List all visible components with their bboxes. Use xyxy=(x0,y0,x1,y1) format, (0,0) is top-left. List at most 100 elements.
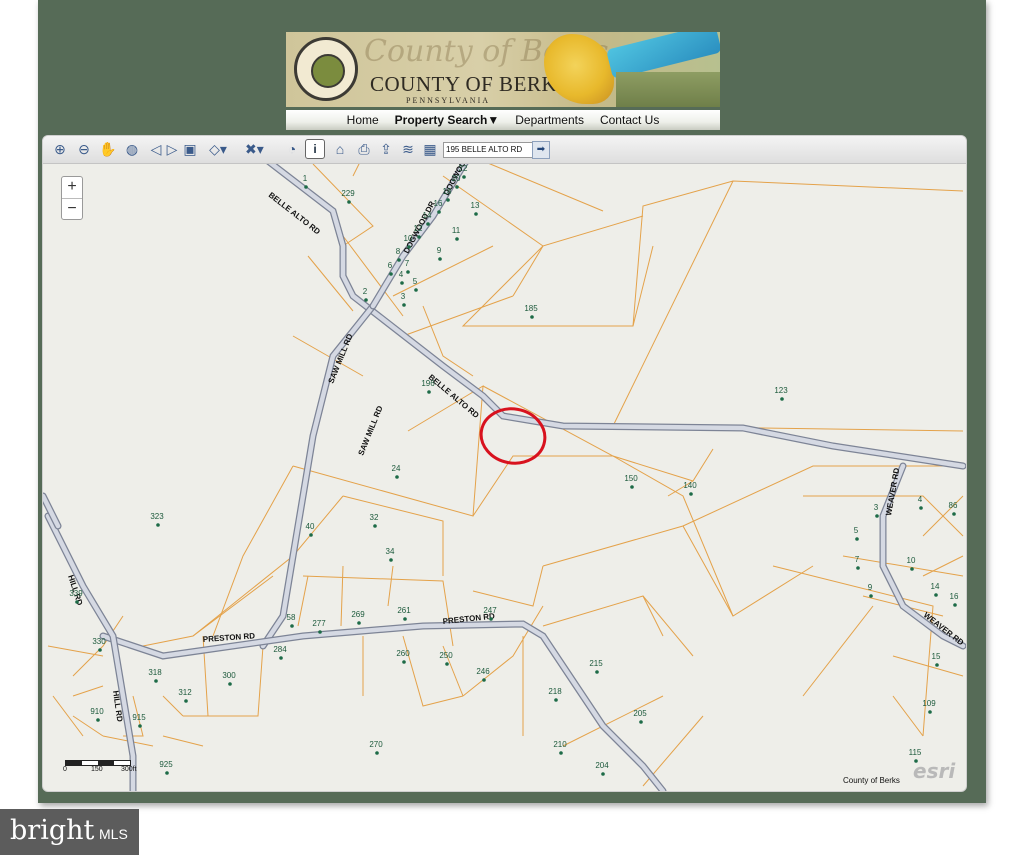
parcel-dot xyxy=(856,566,860,570)
parcel-number: 12 xyxy=(414,224,423,233)
parcel-dot xyxy=(445,662,449,666)
parcel-number: 204 xyxy=(595,761,609,770)
parcel-dot xyxy=(395,475,399,479)
parcel-number: 34 xyxy=(386,547,395,556)
parcel-dot xyxy=(446,198,450,202)
parcel-dot xyxy=(138,724,142,728)
parcel-number: 150 xyxy=(624,474,638,483)
parcel-dot xyxy=(402,660,406,664)
search-go-button[interactable]: ➡ xyxy=(532,141,550,159)
parcel-dot xyxy=(639,720,643,724)
map-zoom-out-button[interactable]: − xyxy=(62,199,82,220)
parcel-dot xyxy=(364,298,368,302)
parcel-dot xyxy=(934,593,938,597)
parcel-dot xyxy=(630,485,634,489)
pan-hand-icon[interactable]: ✋ xyxy=(99,140,117,158)
parcel-dot xyxy=(389,272,393,276)
parcel-dot xyxy=(373,524,377,528)
parcel-boundary xyxy=(772,565,934,737)
parcel-number: 32 xyxy=(370,513,379,522)
parcel-number: 261 xyxy=(397,606,411,615)
parcel-number: 10 xyxy=(404,234,413,243)
nav-departments[interactable]: Departments xyxy=(515,113,584,127)
parcel-boundary xyxy=(842,555,964,577)
parcel-boundary xyxy=(482,160,604,212)
parcel-dot xyxy=(855,537,859,541)
parcel-number: 246 xyxy=(476,667,490,676)
parcel-number: 22 xyxy=(459,164,468,173)
parcel-number: 323 xyxy=(150,512,164,521)
parcel-boundary xyxy=(183,645,264,717)
parcel-dot xyxy=(397,258,401,262)
parcel-dot xyxy=(427,390,431,394)
parcel-dot xyxy=(279,656,283,660)
scale-label-150: 150 xyxy=(91,766,103,773)
property-highlight-marker xyxy=(479,407,547,465)
parcel-dot xyxy=(184,699,188,703)
forward-arrow-icon[interactable]: ▷ xyxy=(163,140,181,158)
map-zoom-in-button[interactable]: + xyxy=(62,177,82,199)
parcel-number: 1 xyxy=(303,174,308,183)
road-casing xyxy=(99,620,667,791)
parcel-dot xyxy=(165,771,169,775)
logo-brand: bright xyxy=(10,815,95,846)
zoom-out-icon[interactable]: ⊖ xyxy=(75,140,93,158)
parcel-number: 5 xyxy=(854,526,859,535)
overview-icon[interactable]: ▦ xyxy=(421,140,439,158)
nav-property-search[interactable]: Property Search▼ xyxy=(395,113,500,127)
parcel-number: 16 xyxy=(434,199,443,208)
parcel-boundary xyxy=(402,295,514,337)
parcel-number: 205 xyxy=(633,709,647,718)
full-extent-icon[interactable]: ▣ xyxy=(181,140,199,158)
banner-state: PENNSYLVANIA xyxy=(406,96,491,105)
road-label: SAW MILL RD xyxy=(357,404,385,456)
address-search-input[interactable] xyxy=(443,142,533,158)
parcel-dot xyxy=(309,533,313,537)
map-canvas[interactable]: BELLE ALTO RDBELLE ALTO RDSAW MILL RDSAW… xyxy=(43,136,966,791)
clear-select-icon[interactable]: ✖▾ xyxy=(245,140,264,158)
scale-label-0: 0 xyxy=(63,766,67,773)
parcel-dot xyxy=(935,663,939,667)
measure-icon[interactable]: ◔ xyxy=(283,140,301,158)
county-seal-icon xyxy=(294,37,358,101)
identify-info-icon[interactable]: i xyxy=(305,139,325,159)
map-viewer[interactable]: BELLE ALTO RD BELLE ALTO RD SAW MILL RD SAW… xyxy=(42,135,967,792)
parcel-number: 9 xyxy=(437,246,442,255)
parcel-number: 58 xyxy=(287,613,296,622)
parcel-dot xyxy=(474,212,478,216)
parcel-boundary xyxy=(542,525,734,617)
globe-icon[interactable]: ◍ xyxy=(123,140,141,158)
nav-home[interactable]: Home xyxy=(347,113,379,127)
parcel-number: 7 xyxy=(855,555,860,564)
scale-bar: 0 150 300ft xyxy=(63,758,143,774)
parcel-number: 5 xyxy=(413,277,418,286)
landscape-photo xyxy=(616,72,720,107)
parcel-boundary xyxy=(52,695,84,737)
edit-icon[interactable]: ⌂ xyxy=(331,140,349,158)
road-label: WEAVER RD xyxy=(884,467,901,516)
parcel-number: 260 xyxy=(396,649,410,658)
export-icon[interactable]: ⇪ xyxy=(377,140,395,158)
parcel-number: 330 xyxy=(92,637,106,646)
parcel-number: 18 xyxy=(443,187,452,196)
layers-icon[interactable]: ≋ xyxy=(399,140,417,158)
parcel-number: 9 xyxy=(868,583,873,592)
nav-contact-us[interactable]: Contact Us xyxy=(600,113,659,127)
zoom-in-icon[interactable]: ⊕ xyxy=(51,140,69,158)
parcel-dot xyxy=(228,682,232,686)
parcel-number: 140 xyxy=(683,481,697,490)
parcel-boundary xyxy=(632,180,964,327)
parcel-number: 218 xyxy=(548,687,562,696)
parcel-number: 3 xyxy=(401,292,406,301)
parcel-number: 16 xyxy=(950,592,959,601)
parcel-number: 24 xyxy=(392,464,401,473)
parcel-dot xyxy=(357,621,361,625)
parcel-dot xyxy=(75,600,79,604)
parcel-dot xyxy=(780,397,784,401)
parcel-dot xyxy=(389,558,393,562)
parcel-number: 270 xyxy=(369,740,383,749)
parcel-dot xyxy=(869,594,873,598)
parcel-dot xyxy=(482,678,486,682)
print-icon[interactable]: ⎙ xyxy=(355,140,373,158)
select-icon[interactable]: ◇▾ xyxy=(209,140,227,158)
